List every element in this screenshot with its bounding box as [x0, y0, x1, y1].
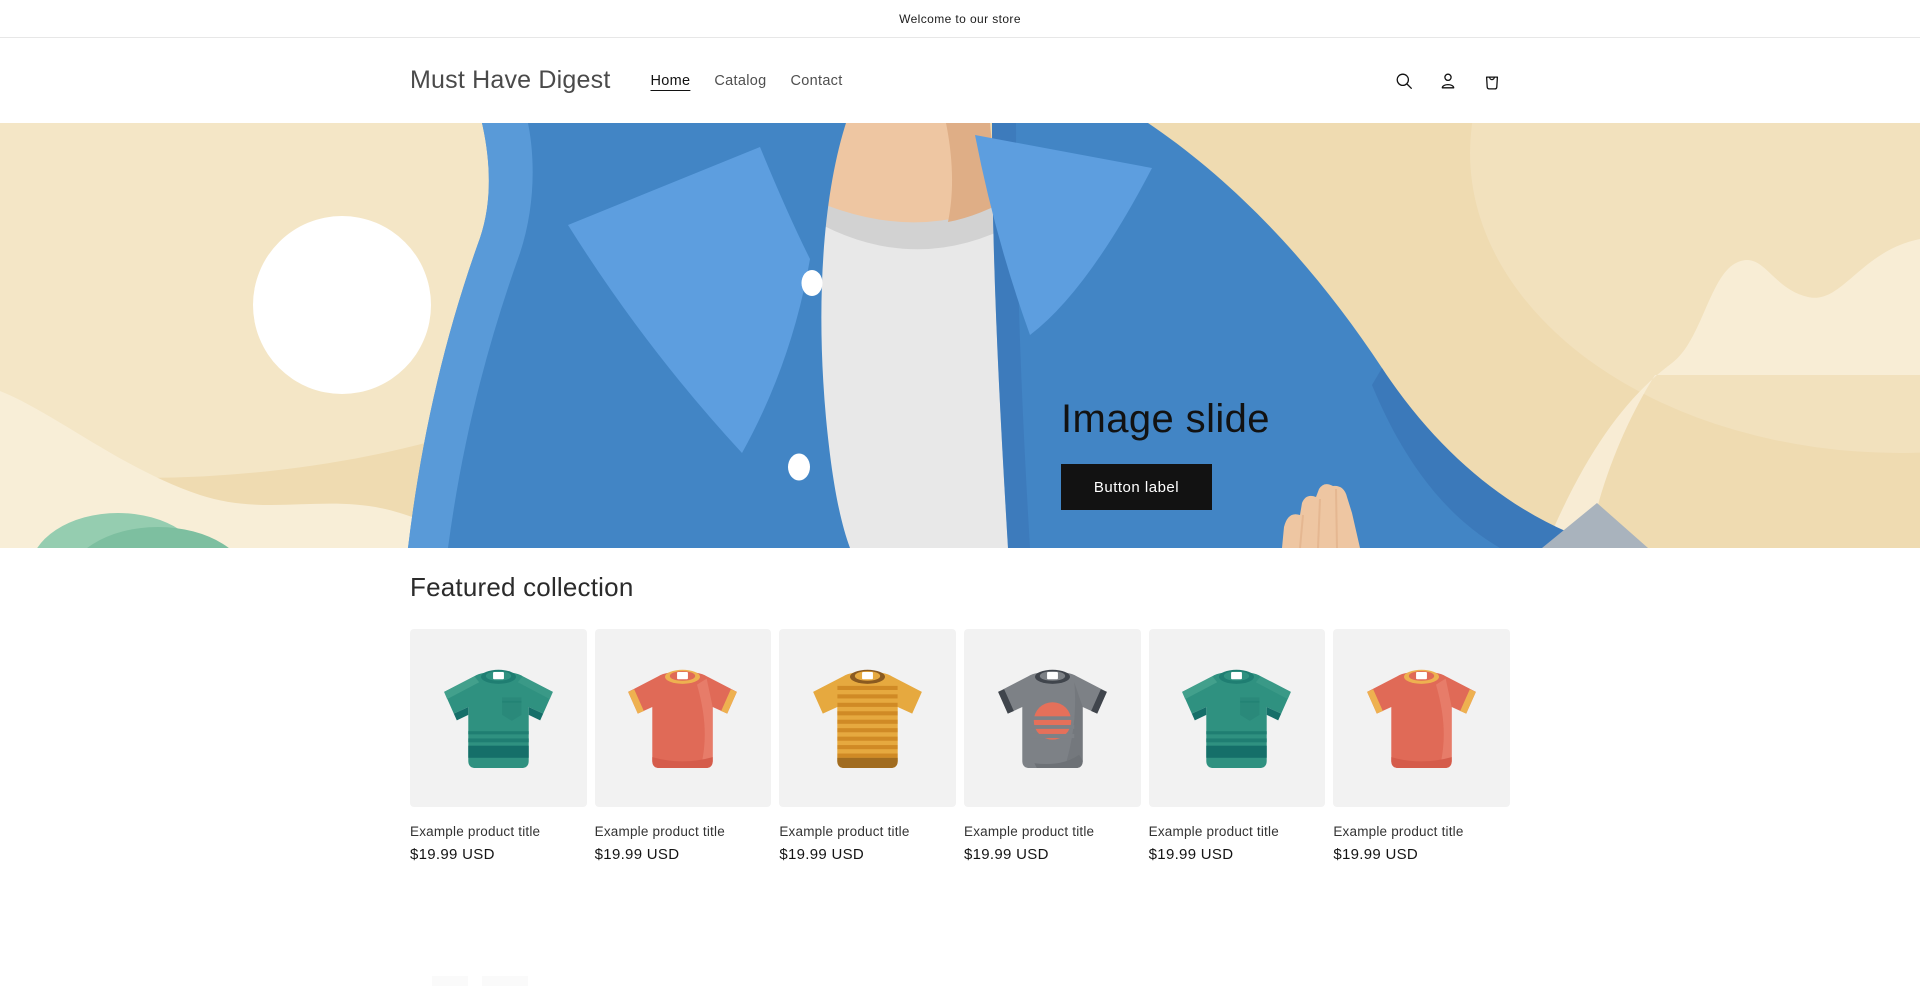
- product-image: [410, 629, 587, 807]
- nav-link-contact[interactable]: Contact: [790, 73, 842, 89]
- product-price: $19.99 USD: [1149, 846, 1326, 864]
- product-title-link[interactable]: Example product title: [779, 824, 956, 840]
- product-card[interactable]: Example product title $19.99 USD: [595, 629, 772, 864]
- product-title-link[interactable]: Example product title: [595, 824, 772, 840]
- main-nav: Home Catalog Contact: [651, 73, 843, 89]
- collection-title: Featured collection: [410, 572, 1510, 602]
- product-grid: Example product title $19.99 USD Example…: [410, 629, 1510, 864]
- product-title-link[interactable]: Example product title: [410, 824, 587, 840]
- product-image: [1149, 629, 1326, 807]
- hero-illustration: [0, 123, 1920, 548]
- product-card[interactable]: Example product title $19.99 USD: [964, 629, 1141, 864]
- product-price: $19.99 USD: [595, 846, 772, 864]
- tshirt-illustration: [795, 646, 940, 791]
- announcement-bar: Welcome to our store: [0, 0, 1920, 38]
- sun-shape: [253, 216, 431, 394]
- product-image: [779, 629, 956, 807]
- tshirt-illustration: [610, 646, 755, 791]
- jacket-button-top: [802, 270, 823, 296]
- cart-icon[interactable]: [1474, 63, 1510, 99]
- header-icons: [1386, 63, 1510, 99]
- product-price: $19.99 USD: [1333, 846, 1510, 864]
- product-price: $19.99 USD: [964, 846, 1141, 864]
- product-card[interactable]: Example product title $19.99 USD: [1333, 629, 1510, 864]
- nav-link-catalog[interactable]: Catalog: [714, 73, 766, 89]
- tshirt-illustration: [1349, 646, 1494, 791]
- nav-link-home[interactable]: Home: [651, 73, 691, 89]
- loading-placeholder: [482, 976, 528, 986]
- featured-collection: Featured collection Example product titl…: [360, 548, 1560, 864]
- hero-heading: Image slide: [1061, 397, 1270, 441]
- announcement-text: Welcome to our store: [899, 12, 1021, 26]
- site-header: Must Have Digest Home Catalog Contact: [0, 38, 1920, 123]
- product-card[interactable]: Example product title $19.99 USD: [1149, 629, 1326, 864]
- hero-button[interactable]: Button label: [1061, 464, 1212, 510]
- product-title-link[interactable]: Example product title: [964, 824, 1141, 840]
- product-title-link[interactable]: Example product title: [1149, 824, 1326, 840]
- tshirt-illustration: [980, 646, 1125, 791]
- search-icon[interactable]: [1386, 63, 1422, 99]
- product-card[interactable]: Example product title $19.99 USD: [779, 629, 956, 864]
- product-price: $19.99 USD: [779, 846, 956, 864]
- jacket-button-bottom: [788, 454, 810, 481]
- account-icon[interactable]: [1430, 63, 1466, 99]
- hero-content: Image slide Button label: [1061, 397, 1270, 510]
- product-title-link[interactable]: Example product title: [1333, 824, 1510, 840]
- product-image: [964, 629, 1141, 807]
- tshirt-illustration: [1164, 646, 1309, 791]
- product-image: [595, 629, 772, 807]
- loading-placeholder: [432, 976, 468, 986]
- tshirt-illustration: [426, 646, 571, 791]
- product-image: [1333, 629, 1510, 807]
- store-logo[interactable]: Must Have Digest: [410, 66, 611, 95]
- product-price: $19.99 USD: [410, 846, 587, 864]
- hero-slide: Image slide Button label: [0, 123, 1920, 548]
- product-card[interactable]: Example product title $19.99 USD: [410, 629, 587, 864]
